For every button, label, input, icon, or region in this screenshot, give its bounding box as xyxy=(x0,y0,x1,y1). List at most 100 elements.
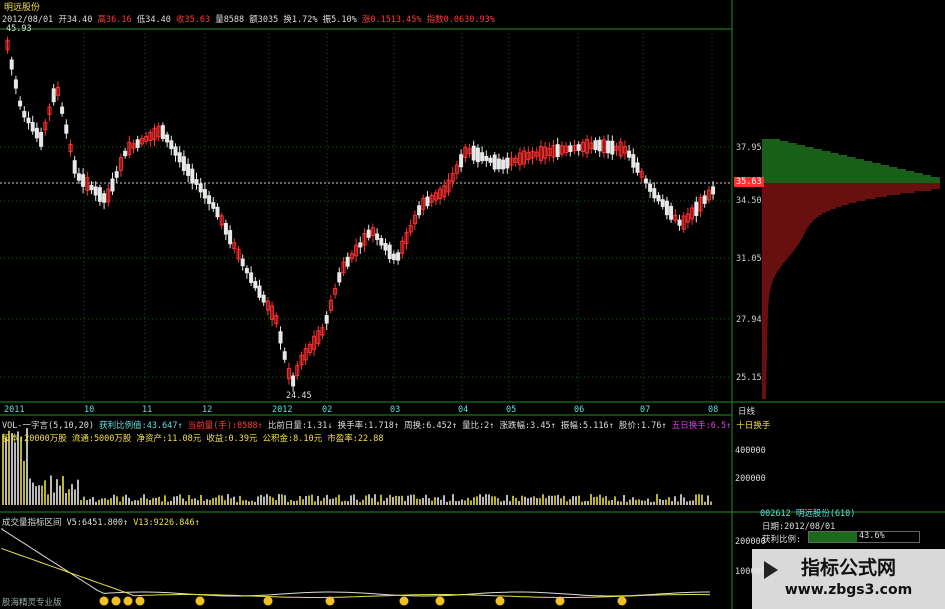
candle-body xyxy=(198,183,203,193)
candle-body xyxy=(480,152,485,162)
candle-body xyxy=(253,281,258,289)
candle-body xyxy=(711,186,716,195)
candle-body xyxy=(173,146,178,156)
candle-body xyxy=(228,230,233,245)
stat-week-turnover: 周换:6.452↑ xyxy=(404,421,457,431)
month-label: 12 xyxy=(202,405,213,415)
smiley-icon xyxy=(135,596,145,606)
candle-body xyxy=(181,156,186,171)
smiley-icon xyxy=(495,596,505,606)
candle-body xyxy=(345,256,350,267)
indicator-v13: V13:9226.846↑ xyxy=(133,518,200,528)
month-label: 05 xyxy=(506,405,517,415)
month-label: 10 xyxy=(84,405,95,415)
candle-body xyxy=(417,205,422,216)
candle-body xyxy=(324,315,329,324)
candle-body xyxy=(207,195,212,204)
smiley-icon xyxy=(195,596,205,606)
profit-value: 43.6% xyxy=(859,531,885,541)
candle-body xyxy=(627,150,632,158)
candle-body xyxy=(160,125,165,140)
candle-body xyxy=(496,158,501,170)
candle-body xyxy=(593,140,598,151)
smiley-icon xyxy=(435,596,445,606)
stat-volume-ratio-day: 比前日量:1.31↓ xyxy=(267,421,333,431)
month-label: 08 xyxy=(708,405,719,415)
vol-y-tick-0: 400000 xyxy=(735,446,766,456)
stat-rise-amp: 涨跌幅:3.45↑ xyxy=(499,421,556,431)
candle-body xyxy=(190,168,195,184)
indicator-title: 成交量指标区间 xyxy=(2,518,62,528)
candle-body xyxy=(656,195,661,202)
period-label[interactable]: 日线 xyxy=(738,405,755,417)
candle-body xyxy=(123,150,128,157)
y-tick-3: 27.94 xyxy=(736,315,762,325)
candle-body xyxy=(488,157,493,163)
candle-body xyxy=(492,154,497,170)
candle-body xyxy=(475,147,480,163)
candle-body xyxy=(135,139,140,148)
stat-current-volume: 当前量(手):8588↑ xyxy=(187,421,263,431)
candle-body xyxy=(60,106,65,114)
smiley-icon xyxy=(555,596,565,606)
candle-body xyxy=(81,174,86,187)
month-label: 2011 xyxy=(4,405,25,415)
candle-body xyxy=(89,184,94,191)
candle-body xyxy=(110,178,115,192)
candle-body xyxy=(677,219,682,226)
smiley-icon xyxy=(123,596,133,606)
smiley-icon xyxy=(99,596,109,606)
month-label: 07 xyxy=(640,405,651,415)
candle-body xyxy=(358,242,363,248)
stat-turnover-rate: 换手率:1.718↑ xyxy=(337,421,399,431)
candle-body xyxy=(278,331,283,344)
candle-body xyxy=(501,159,506,170)
month-label: 04 xyxy=(458,405,469,415)
candle-body xyxy=(652,188,657,199)
y-tick-0: 37.95 xyxy=(736,143,762,153)
candles xyxy=(5,36,716,392)
month-label: 02 xyxy=(322,405,333,415)
min-price-label: 24.45 xyxy=(286,391,312,401)
indicator-header: 成交量指标区间 V5:6451.800↑ V13:9226.846↑ xyxy=(2,516,200,528)
candle-body xyxy=(9,59,14,70)
candle-body xyxy=(375,233,380,240)
candle-body xyxy=(291,375,296,387)
candle-body xyxy=(223,223,228,235)
badge-url: www.zbgs3.com xyxy=(784,582,913,598)
candle-body xyxy=(643,178,648,184)
candle-body xyxy=(576,144,581,151)
v13-line xyxy=(1,548,711,598)
smiley-icon xyxy=(111,596,121,606)
stat-amplitude: 振幅:5.116↑ xyxy=(560,421,614,431)
candle-body xyxy=(669,205,674,220)
month-label: 03 xyxy=(390,405,401,415)
vol-y-tick-1: 200000 xyxy=(735,474,766,484)
candle-body xyxy=(606,140,611,154)
candle-body xyxy=(240,258,245,267)
watermark-badge: 指标公式网 www.zbgs3.com xyxy=(752,549,945,609)
candle-body xyxy=(26,117,31,124)
candle-body xyxy=(64,124,69,134)
candle-body xyxy=(282,351,287,360)
indicator-lines xyxy=(1,528,711,606)
candle-body xyxy=(177,152,182,163)
candle-body xyxy=(387,244,392,260)
candle-body xyxy=(391,253,396,261)
candle-body xyxy=(568,145,573,153)
candle-body xyxy=(337,272,342,283)
share-info: 股本:20000万股 流通:5000万股 净资产:11.08元 收益:0.39元… xyxy=(2,434,384,444)
y-tick-1: 34.50 xyxy=(736,196,762,206)
smiley-icon xyxy=(617,596,627,606)
candle-body xyxy=(694,201,699,216)
y-tick-2: 31.05 xyxy=(736,254,762,264)
candle-body xyxy=(76,173,81,181)
candle-body xyxy=(702,195,707,204)
candle-body xyxy=(165,134,170,143)
candle-body xyxy=(597,139,602,152)
candle-body xyxy=(249,272,254,283)
profit-bar: 43.6% xyxy=(808,531,920,543)
candle-body xyxy=(39,131,44,147)
candle-body xyxy=(102,193,107,203)
stat-ten-day: 十日换手 xyxy=(736,421,771,431)
